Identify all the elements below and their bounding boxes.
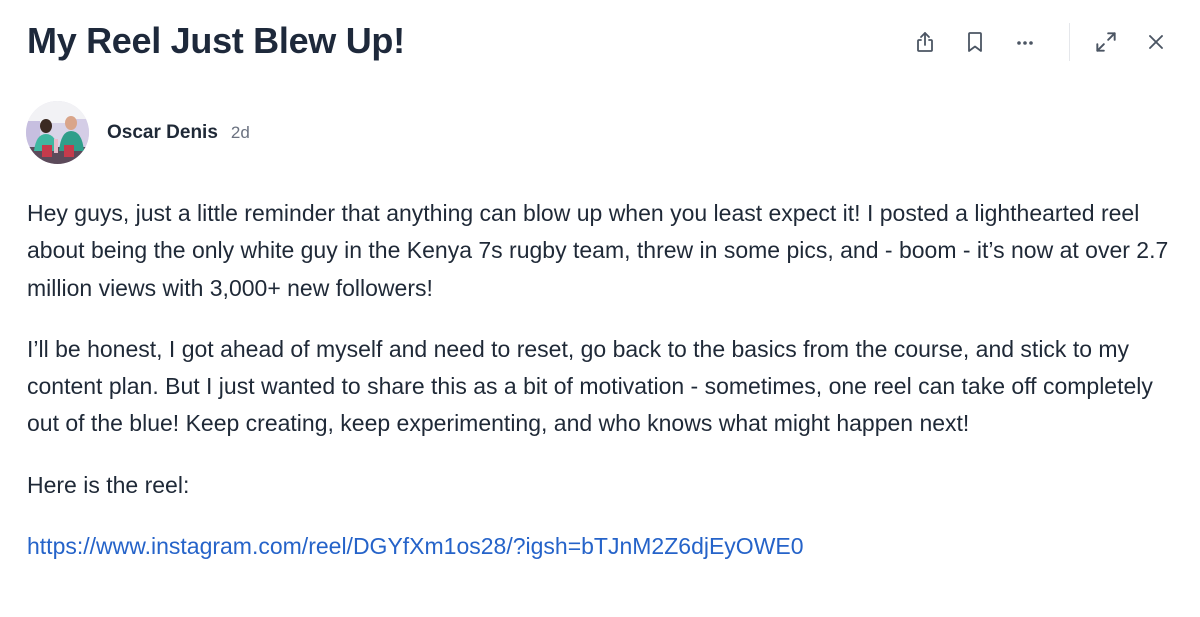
author-name[interactable]: Oscar Denis [107,122,218,144]
share-icon [913,30,937,54]
avatar[interactable] [26,101,89,164]
more-options-button[interactable] [1007,24,1043,60]
bookmark-button[interactable] [957,24,993,60]
more-icon [1013,30,1037,54]
post-author: Oscar Denis 2d [26,101,250,164]
link-paragraph: https://www.instagram.com/reel/DGYfXm1os… [27,528,1177,565]
expand-icon [1093,29,1119,55]
close-icon [1144,30,1168,54]
post-paragraph: Here is the reel: [27,471,190,498]
share-button[interactable] [907,24,943,60]
post-timestamp: 2d [230,122,250,142]
reel-link[interactable]: https://www.instagram.com/reel/DGYfXm1os… [27,533,804,559]
toolbar-divider [1069,23,1070,61]
post-title: My Reel Just Blew Up! [27,20,405,61]
post-paragraph: Hey guys, just a little reminder that an… [27,200,1169,301]
post-body: Hey guys, just a little reminder that an… [27,195,1177,589]
bookmark-icon [963,30,987,54]
expand-button[interactable] [1088,24,1124,60]
close-button[interactable] [1138,24,1174,60]
post-paragraph: I’ll be honest, I got ahead of myself an… [27,335,1153,437]
post-toolbar [893,22,1174,62]
post-panel: My Reel Just Blew Up! Oscar Denis 2d Hey… [0,0,1200,617]
